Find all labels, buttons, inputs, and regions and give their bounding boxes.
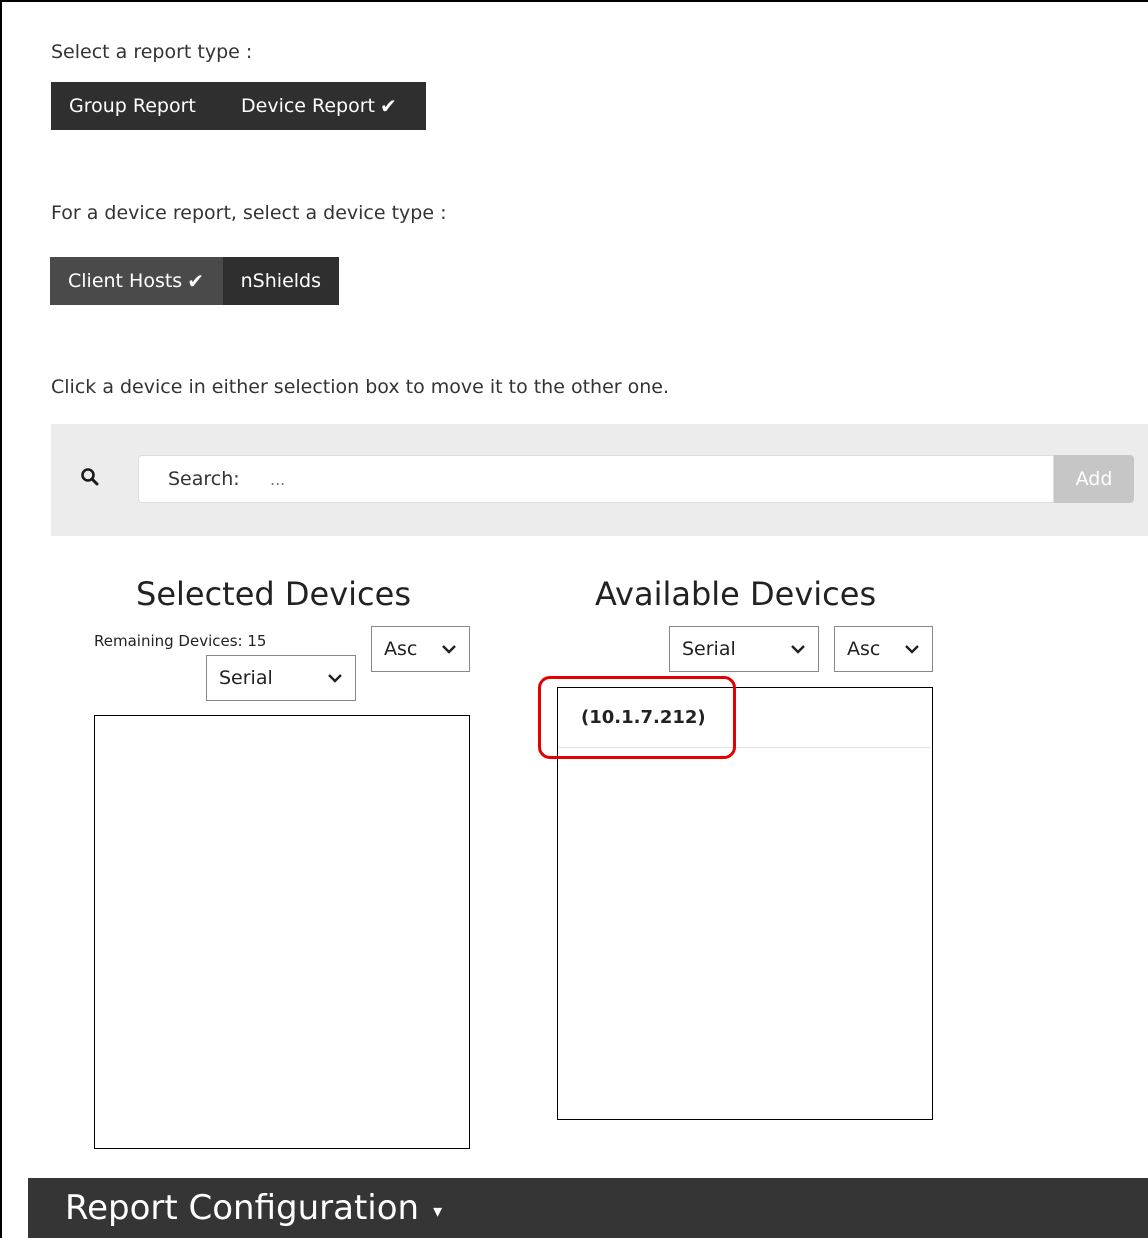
available-sort-order-value: Asc (847, 638, 881, 660)
remaining-devices-count: Remaining Devices: 15 (94, 632, 267, 650)
chevron-down-icon (905, 645, 919, 654)
available-sort-order-select[interactable]: Asc (834, 626, 933, 672)
selected-sort-field-value: Serial (219, 667, 273, 689)
available-devices-title: Available Devices (595, 575, 877, 613)
selected-devices-list[interactable] (94, 715, 470, 1149)
available-sort-field-value: Serial (682, 638, 736, 660)
group-report-label: Group Report (69, 95, 196, 117)
report-configuration-label: Report Configuration (65, 1188, 420, 1228)
checkmark-icon: ✔ (380, 94, 397, 118)
checkmark-icon: ✔ (187, 269, 204, 293)
nshields-label: nShields (240, 270, 321, 292)
add-button[interactable]: Add (1054, 455, 1134, 503)
report-type-toggle: Group Report Device Report ✔ (51, 82, 426, 130)
client-hosts-button[interactable]: Client Hosts ✔ (50, 257, 223, 305)
highlight-annotation (538, 676, 736, 759)
client-hosts-label: Client Hosts (68, 270, 183, 292)
caret-down-icon: ▾ (433, 1200, 443, 1222)
search-label: Search: (168, 468, 240, 490)
device-report-button[interactable]: Device Report ✔ (222, 82, 415, 130)
selected-sort-order-select[interactable]: Asc (371, 626, 470, 672)
group-report-button[interactable]: Group Report (51, 82, 222, 130)
selected-sort-order-value: Asc (384, 638, 418, 660)
report-type-label: Select a report type : (51, 41, 253, 63)
chevron-down-icon (328, 674, 342, 683)
device-type-toggle: Client Hosts ✔ nShields (50, 257, 339, 305)
instruction-text: Click a device in either selection box t… (51, 376, 670, 398)
search-icon (81, 468, 99, 486)
device-report-label: Device Report (241, 95, 376, 117)
chevron-down-icon (791, 645, 805, 654)
available-sort-field-select[interactable]: Serial (669, 626, 819, 672)
device-type-label: For a device report, select a device typ… (51, 202, 447, 224)
report-configuration-toggle[interactable]: Report Configuration ▾ (28, 1178, 1148, 1238)
selected-devices-title: Selected Devices (136, 575, 411, 613)
selected-sort-field-select[interactable]: Serial (206, 655, 356, 701)
search-input[interactable] (270, 465, 1030, 493)
nshields-button[interactable]: nShields (223, 257, 339, 305)
chevron-down-icon (442, 645, 456, 654)
